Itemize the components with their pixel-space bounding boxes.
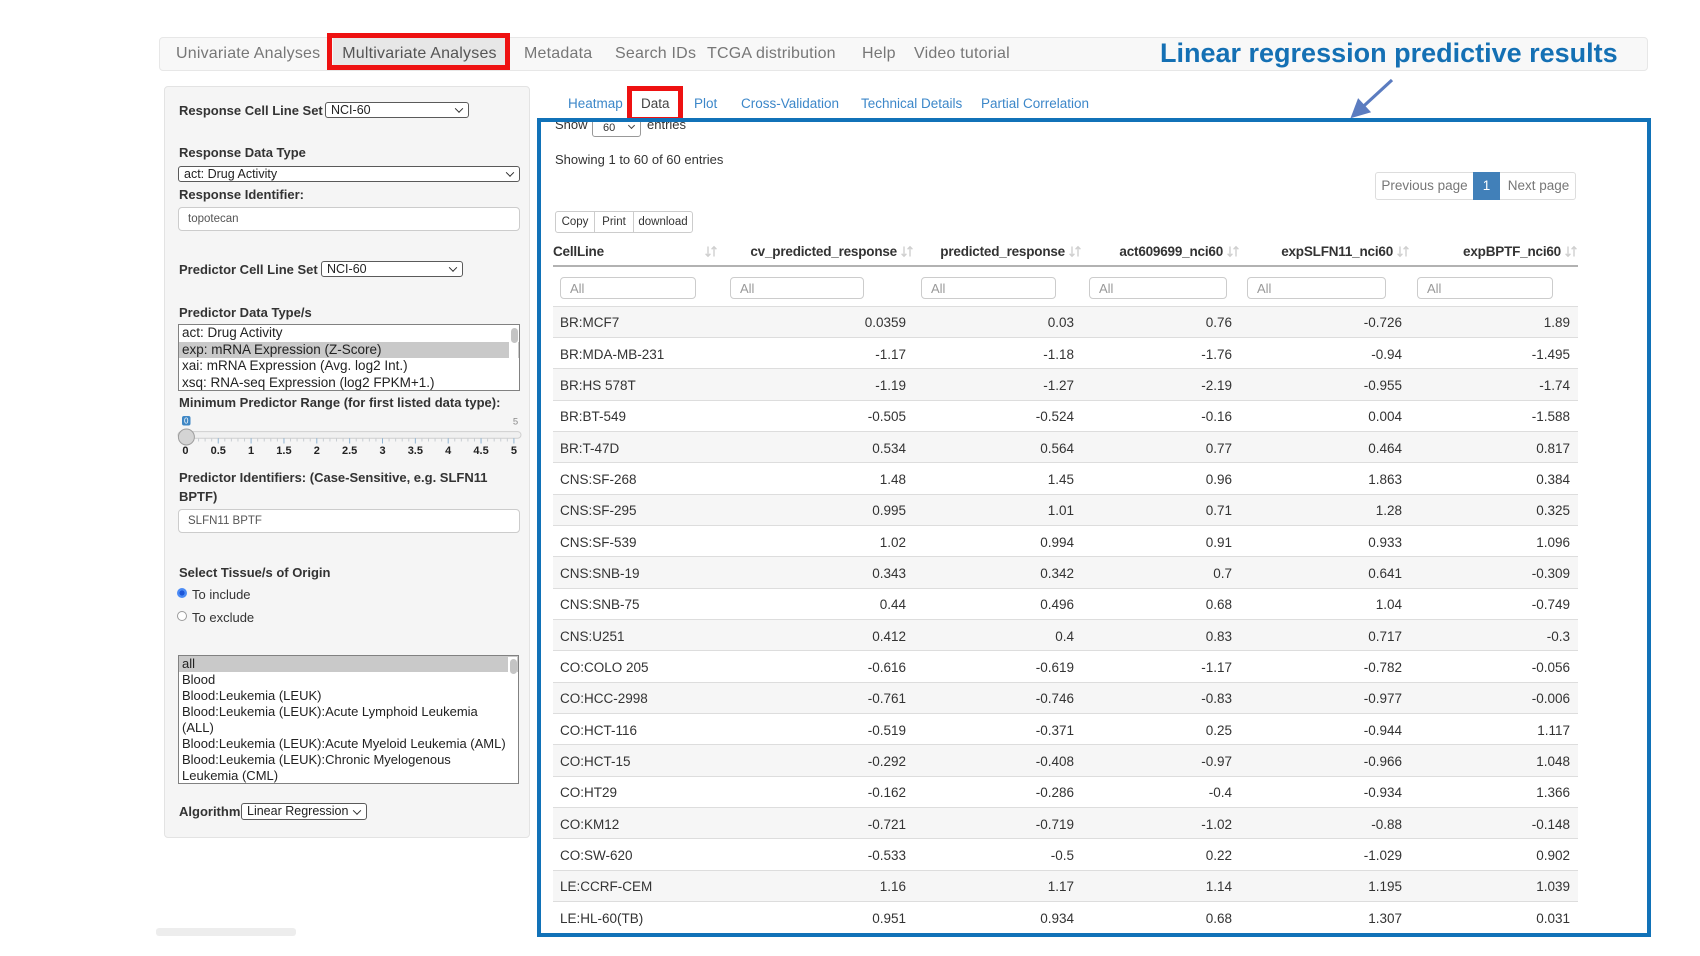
svg-text:0.5: 0.5	[211, 445, 226, 457]
svg-text:4.5: 4.5	[473, 445, 488, 457]
svg-text:1: 1	[248, 445, 254, 457]
svg-text:0: 0	[182, 445, 188, 457]
svg-text:1.5: 1.5	[276, 445, 291, 457]
svg-text:5: 5	[513, 417, 518, 428]
svg-text:2.5: 2.5	[342, 445, 357, 457]
svg-text:3.5: 3.5	[408, 445, 423, 457]
svg-text:4: 4	[445, 445, 452, 457]
svg-text:2: 2	[314, 445, 320, 457]
svg-text:3: 3	[379, 445, 385, 457]
svg-text:0: 0	[184, 417, 189, 426]
svg-text:5: 5	[511, 445, 517, 457]
